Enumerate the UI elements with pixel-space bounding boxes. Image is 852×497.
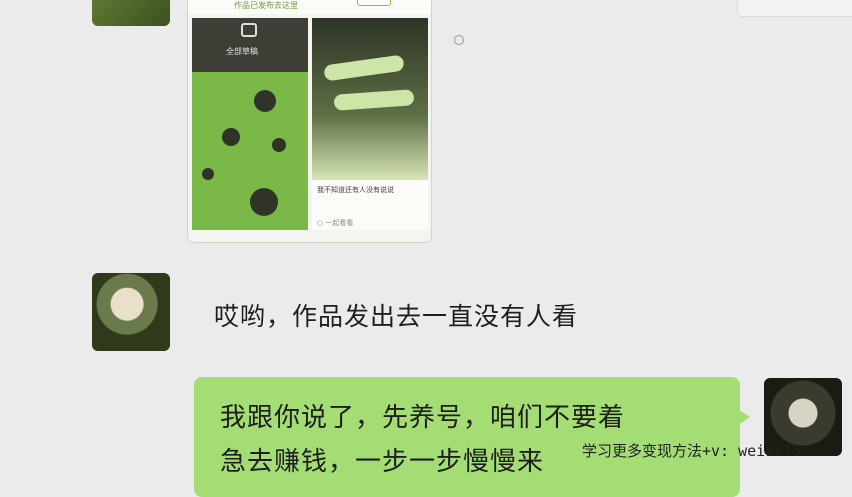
cheese-hole	[250, 188, 278, 216]
drafts-tile: 全部草稿	[192, 18, 308, 72]
box-icon	[241, 23, 257, 37]
message-bubble-incoming[interactable]: 哎哟，作品发出去一直没有人看	[192, 283, 680, 349]
image-tile-left: 全部草稿	[192, 18, 308, 230]
post-caption: 我不知道还有人没有说说 ○ 一起看看	[312, 180, 428, 230]
bone-shape	[333, 89, 415, 111]
top-right-panel	[738, 0, 852, 16]
loading-icon	[454, 35, 464, 45]
message-text-line: 急去赚钱，一步一步慢慢来	[220, 447, 545, 477]
shared-image-title: 作品已发布去这里	[234, 1, 298, 10]
message-text-line: 我跟你说了，先养号，咱们不要着	[220, 403, 626, 433]
image-tile-right	[312, 18, 428, 180]
cheese-hole	[254, 90, 276, 112]
drafts-label: 全部草稿	[226, 47, 258, 56]
avatar[interactable]	[92, 0, 170, 26]
cheese-hole	[202, 168, 214, 180]
follow-button	[357, 0, 391, 6]
cheese-hole	[272, 138, 286, 152]
message-text: 哎哟，作品发出去一直没有人看	[214, 302, 579, 331]
post-meta: ○ 一起看看	[317, 219, 354, 227]
message-bubble-outgoing[interactable]: 我跟你说了，先养号，咱们不要着 急去赚钱，一步一步慢慢来	[194, 377, 750, 497]
cheese-hole	[222, 128, 240, 146]
shared-image-header: 作品已发布去这里	[188, 0, 431, 14]
avatar[interactable]	[92, 273, 170, 351]
shared-image-message[interactable]: 作品已发布去这里 全部草稿 我不知道还有人没有说说 ○ 一起看看	[188, 0, 431, 242]
watermark: 学习更多变现方法+v: weike15	[582, 442, 802, 460]
post-caption-text: 我不知道还有人没有说说	[317, 186, 394, 194]
bone-shape	[323, 54, 405, 82]
